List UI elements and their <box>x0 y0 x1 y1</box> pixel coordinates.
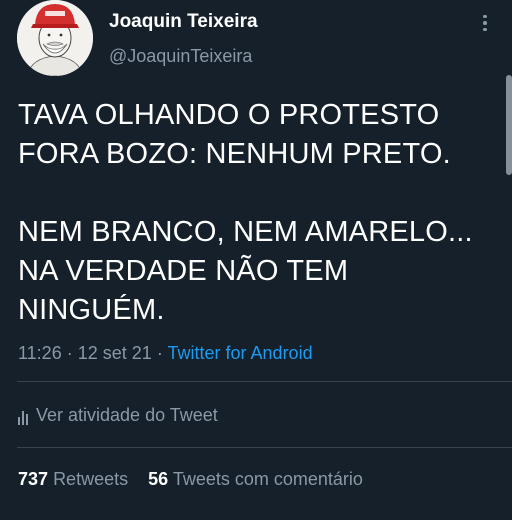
tweet-meta: 11:26 · 12 set 21 · Twitter for Android <box>18 343 313 364</box>
tweet-stats: 737 Retweets 56 Tweets com comentário <box>18 469 363 490</box>
tweet-time[interactable]: 11:26 <box>18 343 62 363</box>
author-handle[interactable]: @JoaquinTeixeira <box>109 45 258 67</box>
author-display-name[interactable]: Joaquin Teixeira <box>109 10 258 34</box>
quote-tweets-label: Tweets com comentário <box>172 469 363 489</box>
retweets-stat[interactable]: 737 Retweets <box>18 469 133 489</box>
tweet-paragraph: NEM BRANCO, NEM AMARELO... NA VERDADE NÃ… <box>18 216 473 326</box>
activity-label: Ver atividade do Tweet <box>36 405 218 425</box>
meta-separator: · <box>156 343 163 363</box>
tweet-header: Joaquin Teixeira @JoaquinTeixeira <box>17 0 497 80</box>
tweet-paragraph: TAVA OLHANDO O PROTESTO FORA BOZO: NENHU… <box>18 99 451 170</box>
view-tweet-activity-button[interactable]: Ver atividade do Tweet <box>18 405 218 426</box>
tweet-text: TAVA OLHANDO O PROTESTO FORA BOZO: NENHU… <box>18 96 498 330</box>
bar-chart-icon <box>18 406 28 425</box>
more-options-icon[interactable] <box>473 8 497 38</box>
quote-tweets-count: 56 <box>148 469 169 489</box>
quote-tweets-stat[interactable]: 56 Tweets com comentário <box>148 469 363 489</box>
tweet-source-link[interactable]: Twitter for Android <box>168 343 313 363</box>
retweets-label: Retweets <box>53 469 129 489</box>
avatar[interactable] <box>17 0 93 76</box>
avatar-image <box>17 0 93 76</box>
divider <box>17 381 512 382</box>
retweets-count: 737 <box>18 469 49 489</box>
author-info[interactable]: Joaquin Teixeira @JoaquinTeixeira <box>109 10 258 67</box>
scrollbar[interactable] <box>506 75 512 175</box>
meta-separator: · <box>66 343 73 363</box>
tweet-date[interactable]: 12 set 21 <box>78 343 152 363</box>
divider <box>17 447 512 448</box>
